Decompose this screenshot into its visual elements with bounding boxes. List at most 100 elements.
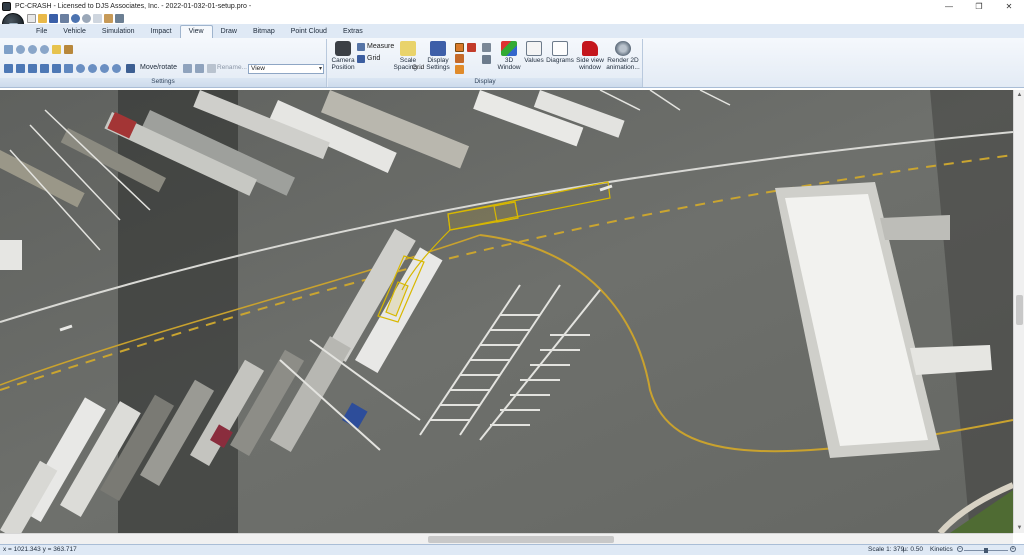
window-3d-label-1: 3D: [504, 57, 514, 64]
side-view-window-button[interactable]: Side view window: [575, 41, 605, 71]
render-2d-animation-button[interactable]: Render 2D animation...: [605, 41, 641, 71]
window-3d-button[interactable]: 3D Window: [496, 41, 522, 71]
values-button[interactable]: Values: [523, 41, 545, 64]
save-as-icon[interactable]: [60, 13, 69, 23]
view-left-icon[interactable]: [40, 64, 49, 73]
view-iso-3-icon[interactable]: [100, 64, 109, 73]
ribbon-tabs: File Vehicle Simulation Impact View Draw…: [0, 24, 1024, 38]
render-2d-label-1: Render 2D: [607, 57, 639, 64]
tab-view[interactable]: View: [179, 25, 213, 38]
aerial-scene: [0, 90, 1013, 533]
measure-button[interactable]: Measure: [367, 43, 394, 50]
display-group-label: Display: [328, 78, 642, 87]
tab-impact[interactable]: Impact: [143, 26, 180, 38]
pan-hand-icon[interactable]: [52, 45, 61, 54]
view-iso-1-icon[interactable]: [76, 64, 85, 73]
window-controls: — ❐ ✕: [934, 0, 1024, 12]
display-settings-label-2: Settings: [426, 64, 450, 71]
film-reel-icon: [615, 41, 631, 56]
zoom-knob[interactable]: [984, 548, 988, 553]
tab-file[interactable]: File: [28, 26, 55, 38]
window-title: PC-CRASH - Licensed to DJS Associates, I…: [15, 2, 252, 10]
mode-readout: Kinetics: [930, 546, 953, 553]
camera-tool-1-icon[interactable]: [183, 64, 192, 73]
zoom-out-icon[interactable]: [40, 45, 49, 54]
camera-position-label-2: Position: [331, 64, 355, 71]
title-bar: PC-CRASH - Licensed to DJS Associates, I…: [0, 0, 1024, 12]
toggle-shading-icon[interactable]: [482, 55, 491, 64]
save-icon[interactable]: [49, 13, 58, 23]
view-back-icon[interactable]: [28, 64, 37, 73]
grid-icon: [357, 55, 365, 63]
view-top-icon[interactable]: [4, 64, 13, 73]
toggle-sequence-icon[interactable]: [455, 65, 464, 74]
settings-group: Move/rotate Rename... View ▾ Settings: [0, 39, 327, 87]
view-select[interactable]: View ▾: [248, 64, 324, 74]
horizontal-scroll-thumb[interactable]: [428, 536, 614, 543]
rename-icon: [207, 64, 216, 73]
toggle-vehicles-icon[interactable]: [455, 43, 464, 52]
app-icon: [2, 1, 11, 11]
values-table-icon: [526, 41, 542, 56]
scale-label-1: Scale: [399, 57, 417, 64]
redo-icon[interactable]: [82, 13, 91, 23]
zoom-window-icon[interactable]: [4, 45, 13, 54]
zoom-minus-icon[interactable]: −: [957, 546, 963, 552]
toggle-wireframe-icon[interactable]: [482, 43, 491, 52]
undo-icon[interactable]: [71, 13, 80, 23]
paste-icon[interactable]: [104, 13, 113, 23]
zoom-all-icon[interactable]: [16, 45, 25, 54]
display-group: Camera Position Measure Grid Scale Spaci…: [328, 39, 643, 87]
view-right-icon[interactable]: [52, 64, 61, 73]
settings-group-label: Settings: [0, 78, 326, 87]
move-rotate-button[interactable]: Move/rotate: [140, 64, 177, 71]
new-file-icon[interactable]: [27, 13, 36, 23]
display-settings-button[interactable]: Display Settings: [424, 41, 452, 71]
drawing-canvas[interactable]: [0, 90, 1013, 533]
camera-position-button[interactable]: Camera Position: [330, 41, 356, 71]
close-button[interactable]: ✕: [994, 0, 1024, 12]
camera-tool-2-icon[interactable]: [195, 64, 204, 73]
diagrams-button[interactable]: Diagrams: [546, 41, 574, 64]
zoom-slider[interactable]: − +: [957, 546, 1017, 553]
chevron-down-icon: ▾: [318, 66, 322, 72]
vertical-scrollbar[interactable]: ▲ ▼: [1013, 90, 1024, 533]
open-folder-icon[interactable]: [38, 13, 47, 23]
scroll-down-icon[interactable]: ▼: [1014, 523, 1024, 533]
friction-readout: µ: 0.50: [903, 546, 924, 553]
zoom-previous-icon[interactable]: [64, 45, 73, 54]
tab-point-cloud[interactable]: Point Cloud: [283, 26, 335, 38]
scroll-up-icon[interactable]: ▲: [1014, 90, 1024, 100]
horizontal-scrollbar[interactable]: [0, 533, 1013, 544]
ribbon: Move/rotate Rename... View ▾ Settings Ca…: [0, 38, 1024, 88]
copy-icon[interactable]: [93, 13, 102, 23]
move-rotate-icon[interactable]: [126, 64, 135, 73]
print-icon[interactable]: [115, 13, 124, 23]
grid-button[interactable]: Grid: [367, 55, 380, 62]
tab-simulation[interactable]: Simulation: [94, 26, 143, 38]
view-front-icon[interactable]: [16, 64, 25, 73]
tab-draw[interactable]: Draw: [213, 26, 245, 38]
tab-extras[interactable]: Extras: [335, 26, 371, 38]
quick-access-toolbar: [27, 12, 124, 24]
window-3d-label-2: Window: [497, 64, 521, 71]
zoom-in-icon[interactable]: [28, 45, 37, 54]
rename-button: Rename...: [217, 64, 247, 71]
scale-readout: Scale 1: 379: [868, 546, 905, 553]
toggle-collision-icon[interactable]: [467, 43, 476, 52]
maximize-button[interactable]: ❐: [964, 0, 994, 12]
vertical-scroll-thumb[interactable]: [1016, 295, 1023, 325]
car-icon: [582, 41, 598, 56]
view-iso-4-icon[interactable]: [112, 64, 121, 73]
tab-vehicle[interactable]: Vehicle: [55, 26, 94, 38]
zoom-plus-icon[interactable]: +: [1010, 546, 1016, 552]
display-settings-label-1: Display: [427, 57, 449, 64]
scale-icon: [400, 41, 416, 56]
view-bottom-icon[interactable]: [64, 64, 73, 73]
minimize-button[interactable]: —: [934, 0, 964, 12]
tab-bitmap[interactable]: Bitmap: [245, 26, 283, 38]
grid-spacing-label[interactable]: Grid: [412, 64, 424, 71]
view-iso-2-icon[interactable]: [88, 64, 97, 73]
values-label: Values: [524, 57, 544, 64]
toggle-trajectory-icon[interactable]: [455, 54, 464, 63]
